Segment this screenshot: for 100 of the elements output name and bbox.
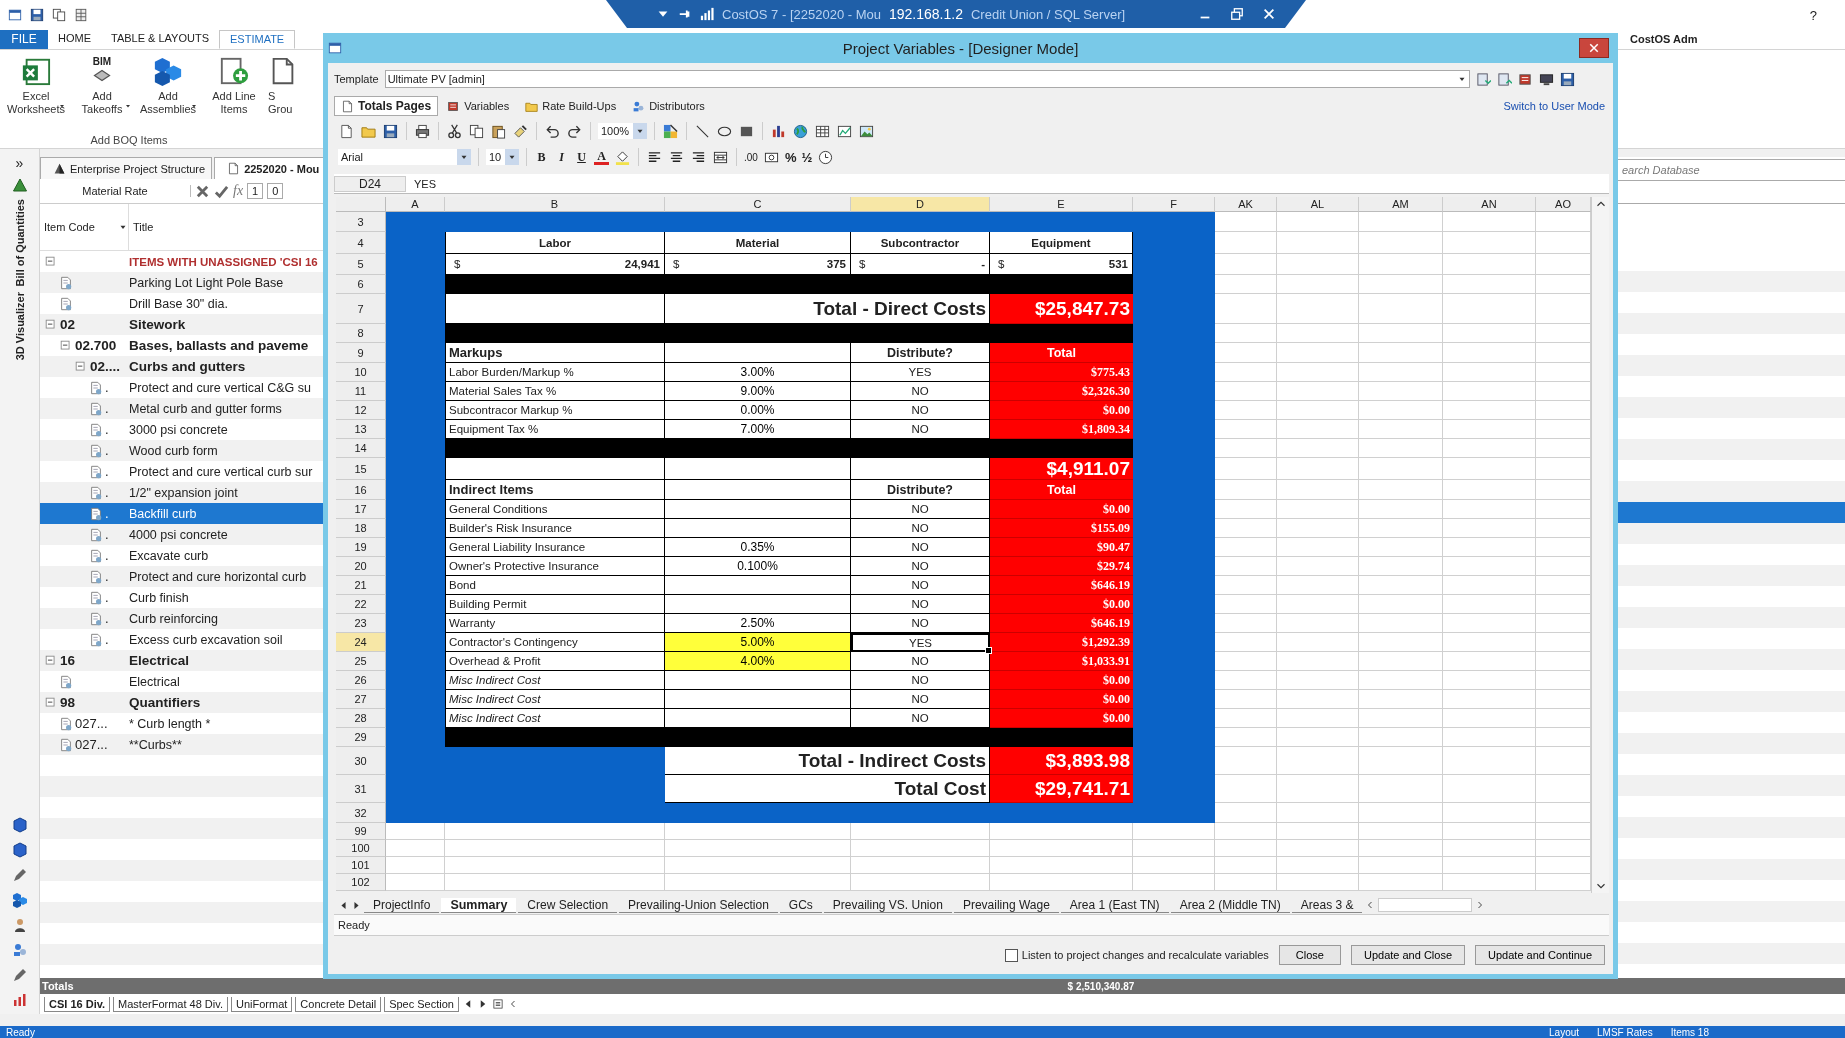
sheet-tab[interactable]: Prevailing Wage	[953, 897, 1059, 913]
row-header[interactable]: 29	[336, 728, 386, 747]
table-cell[interactable]: NO	[851, 595, 990, 614]
row-header[interactable]: 10	[336, 363, 386, 382]
table-icon[interactable]	[815, 123, 831, 139]
mode-link[interactable]: Switch to User Mode	[1503, 100, 1605, 112]
sheet-tab[interactable]: Areas 3 &	[1291, 897, 1363, 913]
row-header[interactable]: 3	[336, 212, 386, 232]
grid-icon[interactable]	[74, 8, 88, 22]
cubes-icon[interactable]	[11, 892, 28, 908]
pencil-icon[interactable]	[11, 867, 28, 883]
print-icon[interactable]	[415, 123, 430, 139]
field-selector[interactable]: Material Rate	[40, 185, 191, 197]
ribbon-button[interactable]: BIM Add Takeoffs	[70, 56, 134, 116]
dialog-button[interactable]: Update and Close	[1350, 945, 1466, 965]
align-right-icon[interactable]	[691, 149, 706, 165]
close-icon[interactable]	[1588, 42, 1600, 54]
row-header[interactable]: 15	[336, 458, 386, 480]
merge-cells-icon[interactable]	[713, 149, 728, 165]
expand-button[interactable]: »	[15, 155, 24, 171]
monitor-icon[interactable]	[1538, 71, 1554, 87]
people-icon[interactable]	[11, 942, 28, 958]
row-header[interactable]: 7	[336, 294, 386, 324]
formula-field[interactable]: YES	[414, 177, 436, 190]
sheet-tab[interactable]: MasterFormat 48 Div.	[113, 996, 228, 1012]
row-header[interactable]: 6	[336, 275, 386, 294]
sheet-tab[interactable]: GCs	[779, 897, 822, 913]
row-header[interactable]: 17	[336, 500, 386, 519]
row-header[interactable]: 23	[336, 614, 386, 633]
sheet-tab[interactable]: Area 1 (East TN)	[1060, 897, 1169, 913]
picture-icon[interactable]	[859, 123, 875, 139]
row-header[interactable]: 13	[336, 420, 386, 439]
column-header[interactable]: C	[665, 197, 851, 212]
save-icon[interactable]	[1559, 71, 1575, 87]
checkbox[interactable]	[1004, 948, 1018, 962]
corner-cell[interactable]	[336, 197, 386, 212]
ribbon-button[interactable]: S Grou	[268, 56, 294, 116]
import-icon[interactable]	[1475, 71, 1491, 87]
sheet-tab[interactable]: Crew Selection	[518, 897, 618, 913]
sheet-tab[interactable]: Area 2 (Middle TN)	[1170, 897, 1290, 913]
column-header[interactable]: E	[990, 197, 1133, 212]
sheet-tab[interactable]: CSI 16 Div.	[44, 996, 111, 1012]
table-cell[interactable]: NO	[851, 576, 990, 595]
ribbon-button[interactable]: Add Assemblies	[136, 56, 200, 116]
caret-icon[interactable]	[633, 123, 648, 139]
new-file-icon[interactable]	[339, 123, 354, 139]
underline-button[interactable]: U	[574, 149, 589, 165]
row-header[interactable]: 8	[336, 324, 386, 343]
ribbon-tab[interactable]: HOME	[48, 30, 101, 49]
row-header[interactable]: 20	[336, 557, 386, 576]
sheet-tab[interactable]: Concrete Detail	[295, 996, 382, 1012]
restore-icon[interactable]	[1230, 7, 1244, 21]
sheet-tab[interactable]: UniFormat	[231, 996, 293, 1012]
save-icon[interactable]	[30, 8, 44, 22]
dialog-button[interactable]: Close	[1278, 945, 1341, 965]
side-tab[interactable]: Bill of Quantities	[13, 199, 26, 287]
template-dropdown[interactable]: Ultimate PV [admin]	[384, 70, 1470, 88]
table-cell[interactable]: NO	[851, 500, 990, 519]
document-tab[interactable]: Enterprise Project Structure	[40, 157, 213, 179]
bar-chart-icon[interactable]	[771, 123, 787, 139]
column-header[interactable]: AN	[1443, 197, 1536, 212]
cancel-icon[interactable]	[195, 183, 210, 199]
row-header[interactable]: 26	[336, 671, 386, 690]
app-icon[interactable]	[8, 8, 22, 22]
row-header[interactable]: 5	[336, 254, 386, 275]
sheet-tab[interactable]: Prevailing VS. Union	[823, 897, 952, 913]
collapse-icon[interactable]	[59, 338, 73, 353]
list-icon[interactable]	[492, 998, 504, 1010]
font-color-button[interactable]: A	[594, 149, 609, 165]
row-header[interactable]: 27	[336, 690, 386, 709]
row-header[interactable]: 19	[336, 538, 386, 557]
pencil-icon[interactable]	[11, 967, 28, 983]
row-header[interactable]: 18	[336, 519, 386, 538]
caret-icon[interactable]	[457, 149, 471, 165]
document-tab[interactable]: 2252020 - Mou	[214, 157, 323, 179]
dialog-button[interactable]: Update and Continue	[1475, 945, 1605, 965]
column-header[interactable]: AK	[1215, 197, 1277, 212]
save-icon[interactable]	[383, 123, 398, 139]
side-tab[interactable]: 3D Visualizer	[13, 292, 26, 361]
ribbon-tab[interactable]: ESTIMATE	[219, 30, 296, 49]
column-header[interactable]: D	[851, 197, 990, 212]
brush-icon[interactable]	[513, 123, 528, 139]
scrollbar[interactable]	[1591, 197, 1609, 893]
row-header[interactable]: 16	[336, 480, 386, 500]
search-field[interactable]: earch Database	[1618, 159, 1845, 181]
caret-icon[interactable]	[124, 102, 132, 110]
table-cell[interactable]: NO	[851, 538, 990, 557]
line-chart-icon[interactable]	[837, 123, 853, 139]
zoom-dropdown[interactable]: 100%	[598, 123, 648, 139]
table-cell[interactable]: NO	[851, 401, 990, 420]
format-button[interactable]: %	[784, 149, 797, 165]
ribbon-tab[interactable]: FILE	[0, 30, 48, 49]
globe-icon[interactable]	[793, 123, 809, 139]
ribbon-tab[interactable]: TABLE & LAYOUTS	[101, 30, 219, 49]
row-header[interactable]: 99	[336, 823, 386, 840]
value-field[interactable]: 1	[247, 183, 264, 199]
help-button[interactable]: ?	[1809, 7, 1817, 23]
column-header[interactable]: F	[1133, 197, 1215, 212]
row-header[interactable]: 31	[336, 775, 386, 803]
shapes-icon[interactable]	[663, 123, 679, 139]
